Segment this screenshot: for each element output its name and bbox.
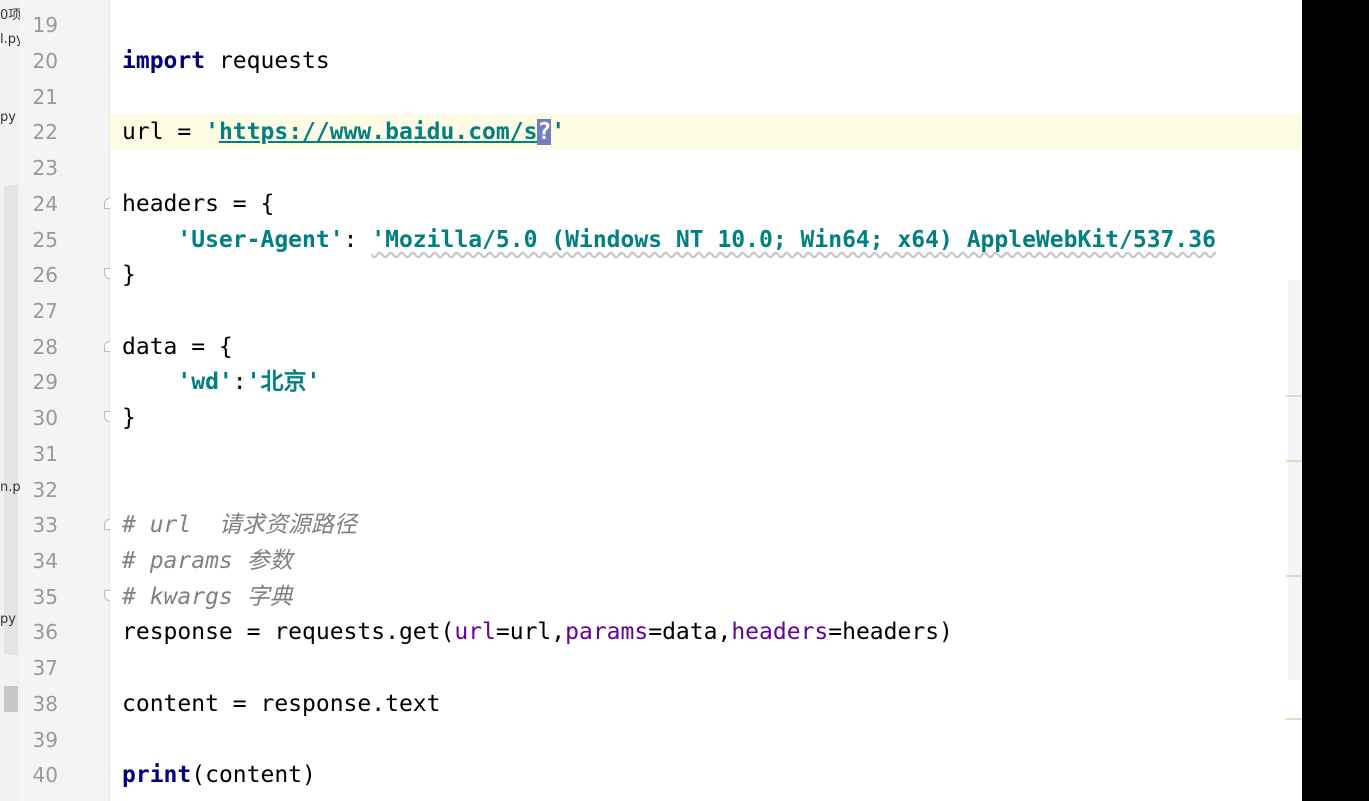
string-quote: ' — [551, 119, 566, 145]
line-number: 40 — [32, 763, 58, 787]
code-text: (content) — [191, 762, 316, 788]
line-number: 26 — [32, 263, 58, 287]
line-number: 29 — [32, 370, 58, 394]
dict-value-string: '北京' — [246, 369, 321, 395]
line-number: 32 — [32, 478, 58, 502]
code-text: =headers) — [828, 619, 953, 645]
code-text: =data, — [648, 619, 732, 645]
code-text: : — [232, 369, 247, 395]
code-text: requests — [205, 48, 330, 74]
url-link[interactable]: https://www.baidu.com/s — [219, 119, 538, 145]
string-quote: ' — [205, 119, 219, 145]
builtin-print: print — [122, 762, 192, 788]
keyword-argument: params — [565, 619, 649, 645]
project-file-fragment[interactable]: l.py — [0, 32, 20, 47]
code-line-29[interactable]: 'wd':'北京' — [122, 364, 320, 400]
line-number: 19 — [32, 13, 58, 37]
dict-key-string: 'User-Agent' — [177, 227, 344, 253]
code-text: : — [343, 227, 372, 253]
scroll-marker[interactable] — [1286, 718, 1302, 720]
code-line-24[interactable]: headers = { — [122, 186, 274, 222]
line-number: 34 — [32, 549, 58, 573]
code-line-25[interactable]: 'User-Agent': 'Mozilla/5.0 (Windows NT 1… — [122, 222, 1216, 258]
code-line-28[interactable]: data = { — [122, 329, 233, 365]
code-text: url = — [122, 119, 206, 145]
panel-scroll-thumb[interactable] — [4, 686, 18, 712]
project-file-fragment[interactable]: 0项 — [0, 4, 20, 23]
code-text: =url, — [495, 619, 566, 645]
code-line-22[interactable]: url = 'https://www.baidu.com/s?' — [122, 114, 565, 150]
line-number: 27 — [32, 299, 58, 323]
scroll-marker[interactable] — [1286, 395, 1302, 397]
line-number: 22 — [32, 120, 58, 144]
line-number: 31 — [32, 442, 58, 466]
code-editor[interactable]: import requests url = 'https://www.baidu… — [110, 0, 1302, 801]
code-line-33-comment[interactable]: # url 请求资源路径 — [122, 507, 357, 543]
offscreen-area — [1302, 0, 1369, 801]
panel-scroll-track — [4, 185, 18, 655]
line-number: 23 — [32, 156, 58, 180]
line-number: 38 — [32, 692, 58, 716]
line-number: 37 — [32, 656, 58, 680]
project-panel-edge: 0项 l.py py n.p py — [0, 0, 20, 801]
project-file-fragment[interactable]: py — [0, 612, 16, 627]
keyword-argument: headers — [731, 619, 829, 645]
keyword-import: import — [122, 48, 206, 74]
line-number: 20 — [32, 49, 58, 73]
code-line-36[interactable]: response = requests.get(url=url,params=d… — [122, 614, 953, 650]
code-text: response = requests.get( — [122, 619, 455, 645]
dict-key-string: 'wd' — [177, 369, 233, 395]
line-number: 28 — [32, 335, 58, 359]
line-number: 33 — [32, 513, 58, 537]
line-number: 24 — [32, 192, 58, 216]
line-number: 21 — [32, 85, 58, 109]
line-number: 36 — [32, 620, 58, 644]
dict-value-string: 'Mozilla/5.0 (Windows NT 10.0; Win64; x6… — [371, 227, 1216, 253]
code-line-30[interactable]: } — [122, 400, 136, 436]
line-number-gutter: 19 20 21 22 23 24 25 26 27 28 29 30 31 3… — [20, 0, 115, 801]
code-line-38[interactable]: content = response.text — [122, 686, 441, 722]
code-line-26[interactable]: } — [122, 257, 136, 293]
code-line-20[interactable]: import requests — [122, 43, 330, 79]
project-file-fragment[interactable]: n.p — [0, 480, 20, 495]
line-number: 30 — [32, 406, 58, 430]
scroll-marker[interactable] — [1286, 460, 1302, 462]
line-number: 25 — [32, 228, 58, 252]
scroll-marker[interactable] — [1286, 575, 1302, 577]
project-file-fragment[interactable]: py — [0, 110, 16, 125]
keyword-argument: url — [454, 619, 496, 645]
editor-scrollbar[interactable] — [1288, 280, 1302, 680]
code-line-40[interactable]: print(content) — [122, 757, 316, 793]
code-line-34-comment[interactable]: # params 参数 — [122, 543, 293, 579]
line-number: 35 — [32, 585, 58, 609]
line-number: 39 — [32, 728, 58, 752]
code-line-35-comment[interactable]: # kwargs 字典 — [122, 579, 293, 615]
text-cursor-selection: ? — [537, 119, 552, 145]
